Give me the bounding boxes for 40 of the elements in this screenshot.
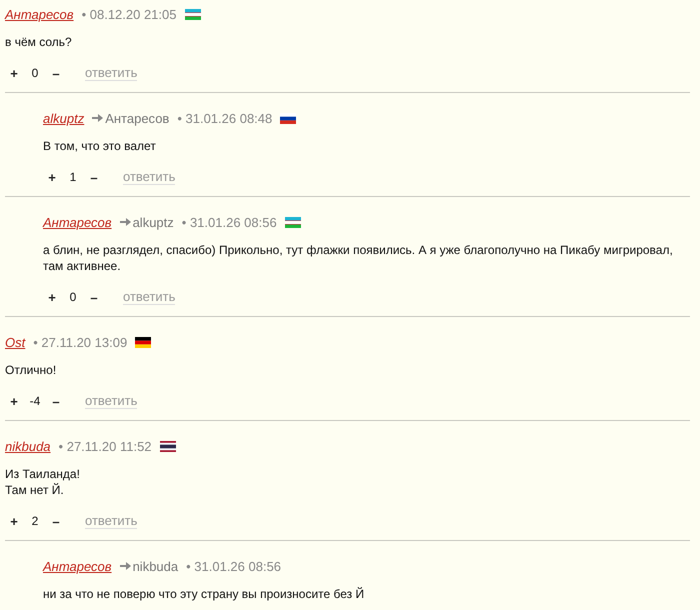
downvote-button[interactable]: – xyxy=(88,290,100,304)
comment-time: • 31.01.26 08:56 xyxy=(186,558,282,574)
comment-text: ни за что не поверю что эту страну вы произносите без Й xyxy=(43,586,366,602)
comment-text: а блин, не разглядел, спасибо) Прикольно, тут флажки появились. А я уже благополучно на Пикабу мигрировал, там активнее. xyxy=(43,242,674,274)
author-link[interactable]: alkuptz xyxy=(43,110,84,126)
author-link[interactable]: nikbuda xyxy=(5,438,51,454)
comment-text: Из Таиланда! xyxy=(5,466,81,482)
comment-score: 1 xyxy=(68,170,78,184)
comment-time: • 08.12.20 21:05 xyxy=(82,6,176,22)
comment-text: Отлично! xyxy=(5,362,58,378)
upvote-button[interactable]: + xyxy=(46,170,58,184)
upvote-button[interactable]: + xyxy=(8,514,20,528)
comment-score: 2 xyxy=(30,514,40,528)
author-link[interactable]: Ost xyxy=(5,334,26,350)
downvote-button[interactable]: – xyxy=(50,66,62,80)
reply-to-name: Антаресов xyxy=(105,110,170,126)
author-link[interactable]: Антаресов xyxy=(43,558,112,574)
reply-to-name: nikbuda xyxy=(132,558,178,574)
author-link[interactable]: Антаресов xyxy=(43,214,112,230)
upvote-button[interactable]: + xyxy=(8,394,20,408)
comment-score: 0 xyxy=(68,290,78,304)
downvote-button[interactable]: – xyxy=(50,514,62,528)
comment-score: 0 xyxy=(30,66,40,80)
downvote-button[interactable]: – xyxy=(88,170,100,184)
comment-time: • 31.01.26 08:56 xyxy=(182,214,277,230)
comment-text: В том, что это валет xyxy=(43,138,157,154)
arrow-icon xyxy=(120,218,131,226)
downvote-button[interactable]: – xyxy=(50,394,62,408)
comment-time: • 27.11.20 11:52 xyxy=(58,438,152,454)
upvote-button[interactable]: + xyxy=(8,66,20,80)
upvote-button[interactable]: + xyxy=(46,290,58,304)
comment-text: Там нет Й. xyxy=(5,482,65,498)
author-link[interactable]: Антаресов xyxy=(5,6,74,22)
comment-time: • 31.01.26 08:48 xyxy=(177,110,272,126)
comment-score: -4 xyxy=(28,394,42,408)
arrow-icon xyxy=(120,562,131,570)
arrow-icon xyxy=(92,114,104,122)
reply-to-name: alkuptz xyxy=(132,214,174,230)
comment-time: • 27.11.20 13:09 xyxy=(33,334,128,350)
comment-text: в чём соль? xyxy=(5,34,73,50)
